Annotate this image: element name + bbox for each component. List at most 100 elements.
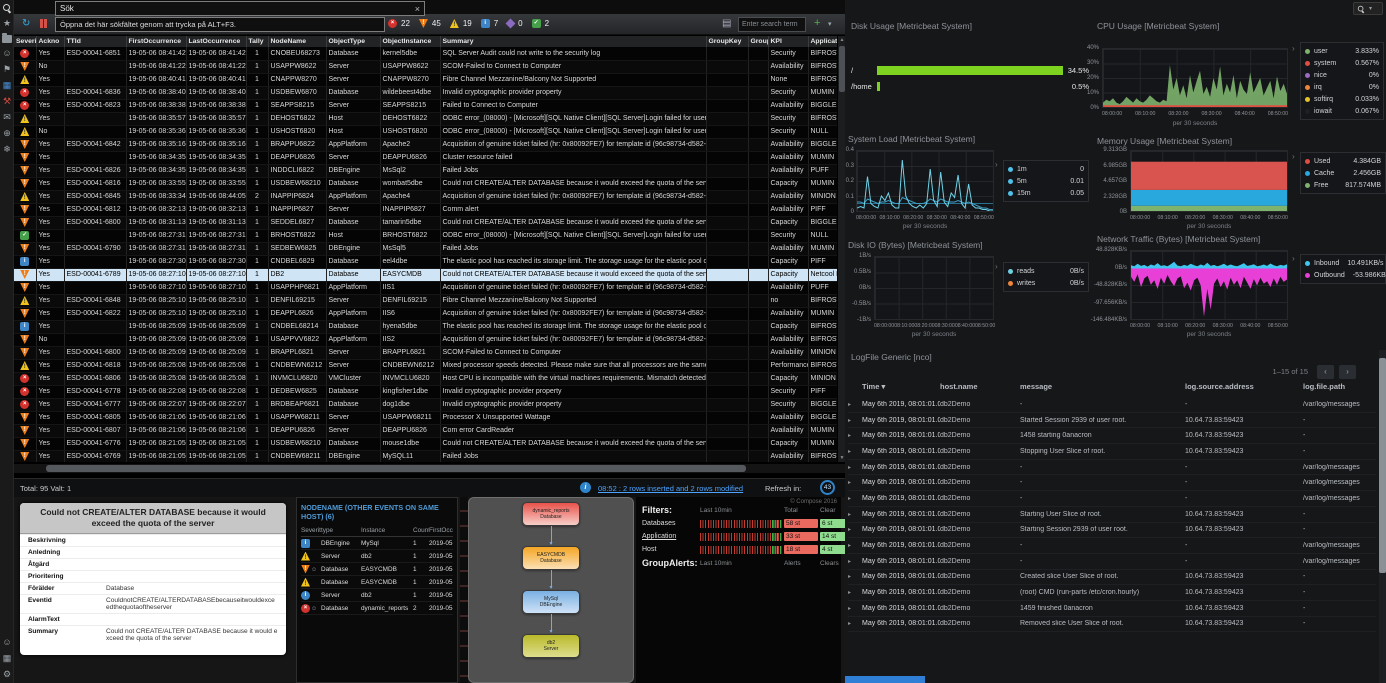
next-page-button[interactable]: › xyxy=(1339,365,1356,379)
legend-item-reads[interactable]: reads0B/s xyxy=(1008,265,1084,277)
user-icon[interactable]: ☺ xyxy=(1,636,13,648)
column-header-lastoccurrence[interactable]: LastOccurrence xyxy=(186,36,246,47)
event-row[interactable]: !YesESD-00041-677619-05-06 08:21:0519-05… xyxy=(14,437,845,450)
chevron-right-icon[interactable]: › xyxy=(1292,254,1295,263)
expand-icon[interactable]: ▸ xyxy=(848,573,862,580)
legend-item-15m[interactable]: 15m0.05 xyxy=(1008,187,1084,199)
log-scrollbar-thumb[interactable] xyxy=(1379,358,1386,573)
event-list-icon[interactable]: ▤ xyxy=(722,17,731,31)
column-header-objecttype[interactable]: ObjectType xyxy=(326,36,380,47)
topology-node-easycmdb[interactable]: EASYCMDBDatabase xyxy=(522,546,580,570)
column-header-objectinstance[interactable]: ObjectInstance xyxy=(380,36,440,47)
expand-icon[interactable]: ▸ xyxy=(848,589,862,596)
log-column-Time[interactable]: Time ▾ xyxy=(862,382,940,391)
legend-item-softirq[interactable]: softirq0.033% xyxy=(1305,93,1379,105)
expand-icon[interactable]: ▸ xyxy=(848,464,862,471)
event-row[interactable]: !YesESD-00041-678919-05-06 08:27:1019-05… xyxy=(14,268,845,281)
related-event-row[interactable]: !Serverdb212019-05-06 08:51 xyxy=(301,550,453,563)
log-column-message[interactable]: message xyxy=(1020,382,1185,391)
log-row[interactable]: ▸May 6th 2019, 08:01:01.000db2DemoStarti… xyxy=(848,507,1376,523)
log-row[interactable]: ▸May 6th 2019, 08:01:01.000db2DemoStoppi… xyxy=(848,444,1376,460)
column-header-severity[interactable]: Severity xyxy=(14,36,36,47)
expand-icon[interactable]: ▸ xyxy=(848,558,862,565)
expand-icon[interactable]: ▸ xyxy=(848,495,862,502)
event-row[interactable]: !YesESD-00041-681819-05-06 08:25:0819-05… xyxy=(14,359,845,372)
pause-icon[interactable] xyxy=(40,19,47,28)
log-row[interactable]: ▸May 6th 2019, 08:01:01.000db2DemoStarte… xyxy=(848,413,1376,429)
event-row[interactable]: !YesESD-00041-682219-05-06 08:25:1019-05… xyxy=(14,307,845,320)
event-row[interactable]: ×YesESD-00041-682319-05-06 08:38:3819-05… xyxy=(14,99,845,112)
refresh-icon[interactable]: ↻ xyxy=(22,17,30,31)
event-row[interactable]: !YesESD-00041-681219-05-06 08:32:1319-05… xyxy=(14,203,845,216)
update-summary-link[interactable]: 08:52 : 2 rows inserted and 2 rows modif… xyxy=(598,484,743,493)
legend-item-outbound[interactable]: Outbound-53.986KB/s xyxy=(1305,269,1381,281)
flag-icon[interactable]: ⚑ xyxy=(1,63,13,75)
event-row[interactable]: ×YesESD-00041-680619-05-06 08:25:0819-05… xyxy=(14,372,845,385)
mail-icon[interactable]: ✉ xyxy=(1,111,13,123)
refresh-countdown-badge[interactable]: 43 xyxy=(820,480,835,495)
related-event-row[interactable]: iDBEngineMySql12019-05-06 08:27 xyxy=(301,537,453,550)
expand-icon[interactable]: ▸ xyxy=(848,448,862,455)
globe-icon[interactable]: ⊕ xyxy=(1,127,13,139)
legend-item-free[interactable]: Free817.574MB xyxy=(1305,179,1381,191)
related-event-row[interactable]: !☺DatabaseEASYCMDB12019-05-06 08:27 xyxy=(301,563,453,576)
panel-icon[interactable]: ▦ xyxy=(1,79,13,91)
log-row[interactable]: ▸May 6th 2019, 08:01:01.000db2Demo--/var… xyxy=(848,397,1376,413)
topology-node-db2[interactable]: db2Server xyxy=(522,634,580,658)
log-row[interactable]: ▸May 6th 2019, 08:01:01.000db2DemoCreate… xyxy=(848,570,1376,586)
log-row[interactable]: ▸May 6th 2019, 08:01:01.000db2Demo--/var… xyxy=(848,460,1376,476)
column-header-groupnav[interactable]: GroupNav xyxy=(748,36,768,47)
expand-icon[interactable]: ▸ xyxy=(848,432,862,439)
event-row[interactable]: !YesESD-00041-684219-05-06 08:35:1619-05… xyxy=(14,138,845,151)
folder-icon[interactable] xyxy=(2,35,12,43)
column-header-ackno[interactable]: Ackno xyxy=(36,36,64,47)
log-row[interactable]: ▸May 6th 2019, 08:01:01.000db2Demo--/var… xyxy=(848,491,1376,507)
event-row[interactable]: !YesESD-00041-682619-05-06 08:34:3519-05… xyxy=(14,164,845,177)
event-row[interactable]: !No19-05-06 08:25:0919-05-06 08:25:091US… xyxy=(14,333,845,346)
chevron-right-icon[interactable]: › xyxy=(995,160,998,169)
event-row[interactable]: !YesESD-00041-680019-05-06 08:25:0919-05… xyxy=(14,346,845,359)
info-icon[interactable]: i xyxy=(580,482,591,493)
event-row[interactable]: !YesESD-00041-676919-05-06 08:21:0519-05… xyxy=(14,450,845,462)
event-row[interactable]: !No19-05-06 08:41:2219-05-06 08:41:221US… xyxy=(14,60,845,73)
event-row[interactable]: !YesESD-00041-680519-05-06 08:21:0619-05… xyxy=(14,411,845,424)
expand-icon[interactable]: ▸ xyxy=(848,401,862,408)
expand-icon[interactable]: ▸ xyxy=(848,526,862,533)
chevron-down-icon[interactable]: ▾ xyxy=(828,20,832,28)
column-header-nodename[interactable]: NodeName xyxy=(268,36,326,47)
event-row[interactable]: !YesESD-00041-684519-05-06 08:33:3419-05… xyxy=(14,190,845,203)
legend-item-inbound[interactable]: Inbound10.491KB/s xyxy=(1305,257,1381,269)
legend-item-system[interactable]: system0.567% xyxy=(1305,57,1379,69)
column-header-firstoccurrence[interactable]: FirstOccurrence xyxy=(126,36,186,47)
log-row[interactable]: ▸May 6th 2019, 08:01:01.000db2DemoStarti… xyxy=(848,523,1376,539)
scroll-down-icon[interactable]: ▼ xyxy=(838,455,845,461)
column-header-ttid[interactable]: TTId xyxy=(64,36,126,47)
expand-icon[interactable]: ▸ xyxy=(848,479,862,486)
search-icon[interactable] xyxy=(2,3,12,13)
expand-icon[interactable]: ▸ xyxy=(848,605,862,612)
log-row[interactable]: ▸May 6th 2019, 08:01:01.000db2Demo--/var… xyxy=(848,554,1376,570)
event-row[interactable]: !YesESD-00041-684819-05-06 08:25:1019-05… xyxy=(14,294,845,307)
log-row[interactable]: ▸May 6th 2019, 08:01:01.000db2Demo--/var… xyxy=(848,538,1376,554)
event-row[interactable]: ×YesESD-00041-685119-05-06 08:41:4219-05… xyxy=(14,47,845,60)
vertical-scrollbar[interactable]: ▲ ▼ xyxy=(837,36,845,462)
related-event-row[interactable]: iServerdb212019-05-06 08:12 xyxy=(301,589,453,602)
expand-icon[interactable]: ▸ xyxy=(848,620,862,627)
log-column-log-source-address[interactable]: log.source.address xyxy=(1185,382,1303,391)
log-row[interactable]: ▸May 6th 2019, 08:01:01.000db2Demo--/var… xyxy=(848,475,1376,491)
column-header-kpi[interactable]: KPI xyxy=(768,36,808,47)
tools-icon[interactable]: ⚒ xyxy=(1,95,13,107)
prev-page-button[interactable]: ‹ xyxy=(1317,365,1334,379)
expand-icon[interactable]: ▸ xyxy=(848,417,862,424)
search-input[interactable]: Enter search term xyxy=(738,17,806,32)
event-row[interactable]: ×YesESD-00041-683619-05-06 08:38:4019-05… xyxy=(14,86,845,99)
event-row[interactable]: !Yes19-05-06 08:40:4119-05-06 08:40:411C… xyxy=(14,73,845,86)
add-filter-button[interactable]: + xyxy=(814,17,820,29)
legend-item-writes[interactable]: writes0B/s xyxy=(1008,277,1084,289)
star-icon[interactable]: ★ xyxy=(1,17,13,29)
column-header-tally[interactable]: Tally xyxy=(246,36,268,47)
log-horizontal-scrollbar[interactable] xyxy=(845,676,925,683)
topology-node-mysql[interactable]: MySqlDBEngine xyxy=(522,590,580,614)
topology-node-dynamic_reports[interactable]: dynamic_reportsDatabase xyxy=(522,502,580,526)
event-row[interactable]: !No19-05-06 08:35:3619-05-06 08:35:361US… xyxy=(14,125,845,138)
